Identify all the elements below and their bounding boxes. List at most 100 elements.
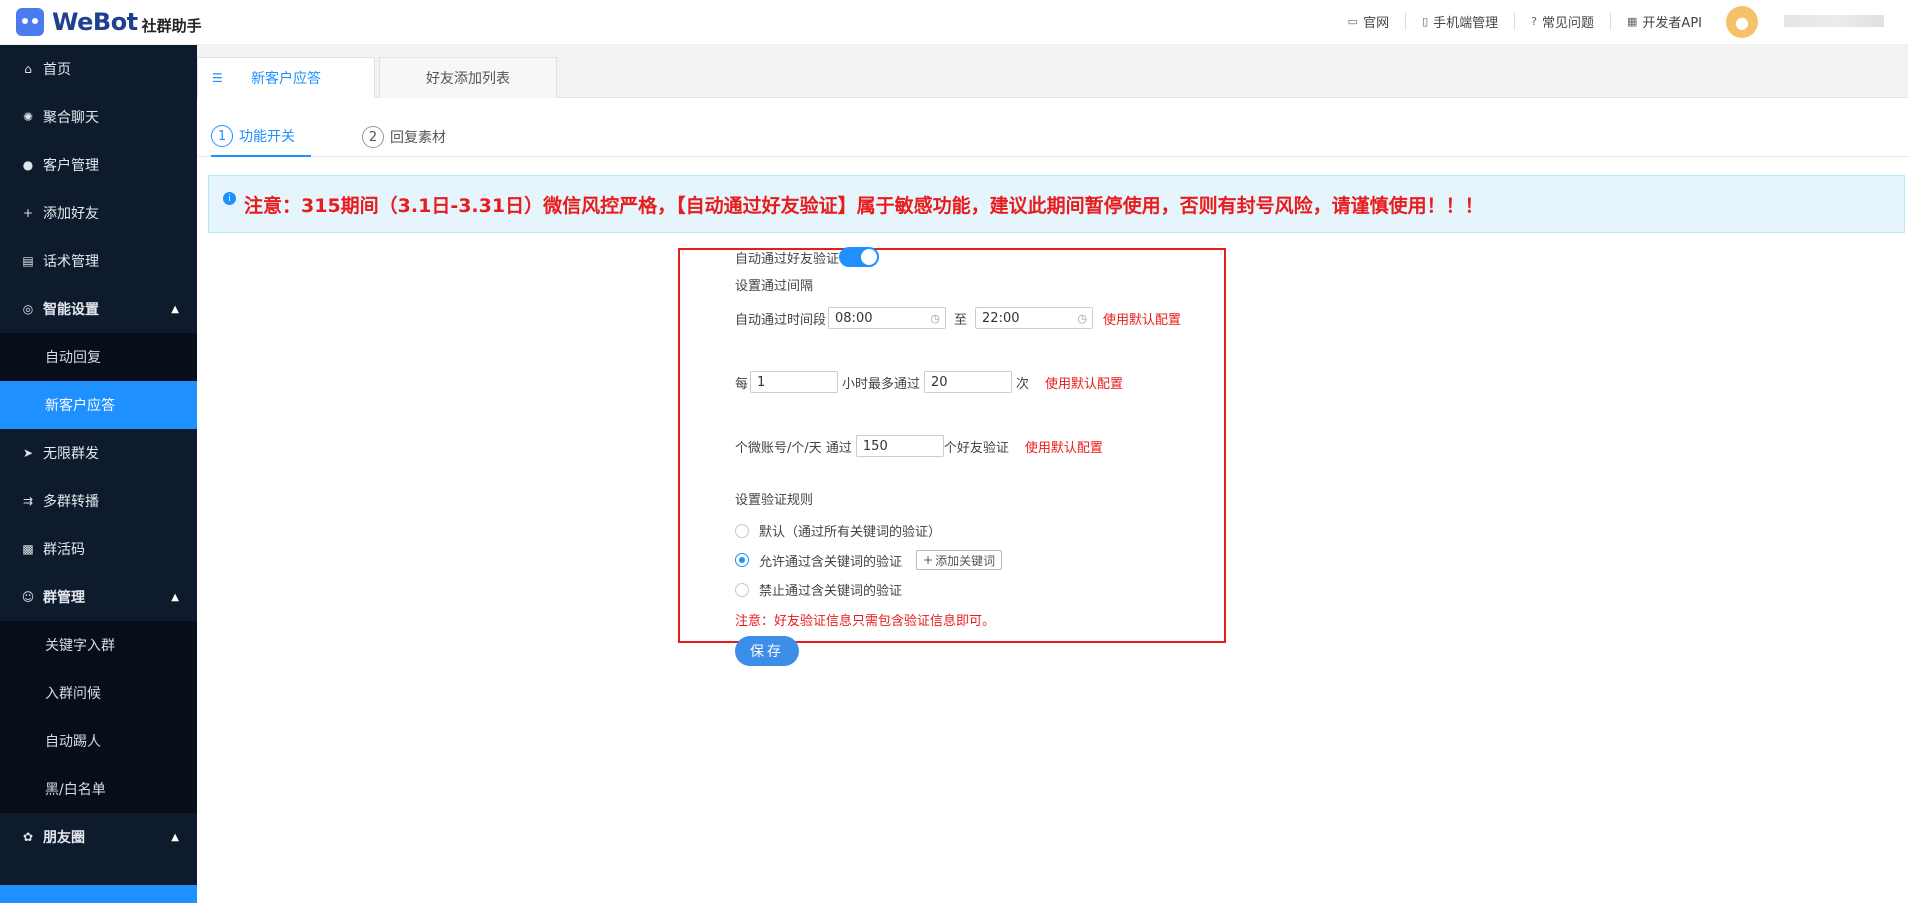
sidebar-item-home[interactable]: ⌂ 首页	[0, 45, 197, 93]
max-pass-input[interactable]: 20	[924, 371, 1013, 393]
rules-title-text: 设置验证规则	[735, 493, 814, 508]
step-label: 功能开关	[239, 129, 295, 145]
info-icon: i	[223, 192, 236, 205]
to-label: 至	[954, 312, 968, 328]
warning-alert: i 注意：315期间（3.1日-3.31日）微信风控严格，【自动通过好友验证】属…	[208, 175, 1905, 233]
chevron-up-icon: ▲	[171, 831, 179, 843]
chevron-up-icon: ▲	[171, 303, 179, 315]
sidebar-item-chat[interactable]: ✺ 聚合聊天	[0, 93, 197, 141]
tab-friend-list[interactable]: 好友添加列表	[379, 57, 557, 98]
save-button[interactable]: 保存	[735, 636, 799, 666]
hours-text: 小时最多通过	[842, 376, 921, 392]
radio-allow[interactable]	[735, 553, 749, 567]
monitor-icon: ▭	[1347, 14, 1359, 28]
rule-option-default[interactable]: 默认（通过所有关键词的验证）	[735, 521, 941, 540]
hourly-limit-row: 每 1 小时最多通过 20 次 使用默认配置	[735, 371, 1123, 393]
time-range-label: 自动通过时间段	[735, 312, 827, 328]
sidebar-item-join-greeting[interactable]: 入群问候	[0, 669, 197, 717]
link-website-label: 官网	[1363, 15, 1390, 31]
sidebar-item-multi-relay[interactable]: ⇉ 多群转播	[0, 477, 197, 525]
link-website[interactable]: ▭ 官网	[1332, 12, 1405, 31]
sidebar-group-manage[interactable]: ☺ 群管理 ▲	[0, 573, 197, 621]
main-content: ☰ 新客户应答 好友添加列表 1 功能开关 2 回复素材 i 注意：315期间（…	[197, 45, 1908, 903]
per-account-input[interactable]: 150	[855, 435, 944, 457]
per-account-label: 个微账号/个/天 通过	[735, 440, 852, 456]
use-default-link[interactable]: 使用默认配置	[1025, 437, 1103, 456]
per-account-value: 150	[862, 438, 888, 454]
avatar[interactable]: ●	[1726, 6, 1758, 38]
step-reply-material[interactable]: 2 回复素材	[362, 117, 446, 157]
sidebar-active-subitem-partial[interactable]	[0, 885, 197, 903]
rule-label: 允许通过含关键词的验证	[759, 554, 903, 570]
sidebar-item-label: 聚合聊天	[43, 110, 99, 126]
tab-label: 好友添加列表	[426, 71, 510, 87]
use-default-link[interactable]: 使用默认配置	[1045, 373, 1123, 392]
username-redacted[interactable]	[1784, 15, 1884, 27]
time-end-value: 22:00	[982, 310, 1020, 326]
rule-label: 默认（通过所有关键词的验证）	[759, 525, 942, 540]
hours-input[interactable]: 1	[750, 371, 839, 393]
logo[interactable]: WeBot 社群助手	[16, 6, 202, 38]
rule-option-forbid[interactable]: 禁止通过含关键词的验证	[735, 580, 902, 599]
sidebar-item-label: 无限群发	[43, 446, 99, 462]
clock-icon: ◷	[930, 311, 941, 325]
sidebar-item-auto-kick[interactable]: 自动踢人	[0, 717, 197, 765]
every-label: 每	[735, 376, 749, 392]
time-start-value: 08:00	[835, 310, 873, 326]
brand-subtitle: 社群助手	[141, 16, 202, 35]
sidebar-item-label: 群活码	[43, 542, 85, 558]
top-header: WeBot 社群助手 ▭ 官网 ▯ 手机端管理 ? 常见问题 ▦ 开发者API …	[0, 0, 1908, 45]
sidebar-item-keyword-join[interactable]: 关键字入群	[0, 621, 197, 669]
rule-option-allow[interactable]: 允许通过含关键词的验证 + 添加关键词	[735, 550, 1003, 570]
link-mobile-label: 手机端管理	[1433, 15, 1499, 31]
user-icon: ●	[22, 158, 34, 172]
link-developer-api[interactable]: ▦ 开发者API	[1610, 12, 1718, 31]
alert-text: 注意：315期间（3.1日-3.31日）微信风控严格，【自动通过好友验证】属于敏…	[244, 194, 1484, 217]
group-user-icon: ☺	[21, 590, 35, 604]
sidebar: ⌂ 首页 ✺ 聚合聊天 ● 客户管理 + 添加好友 ▤ 话术管理 ◎ 智能设置 ▲…	[0, 45, 197, 903]
link-faq-label: 常见问题	[1542, 15, 1595, 31]
sidebar-item-label: 话术管理	[43, 254, 99, 270]
link-faq[interactable]: ? 常见问题	[1514, 12, 1610, 31]
sidebar-item-label: 多群转播	[43, 494, 99, 510]
per-account-suffix: 个好友验证	[943, 440, 1009, 456]
radio-default[interactable]	[735, 523, 749, 538]
link-mobile-manage[interactable]: ▯ 手机端管理	[1405, 12, 1514, 31]
hours-value: 1	[757, 374, 766, 390]
use-default-link[interactable]: 使用默认配置	[1103, 309, 1181, 328]
sidebar-group-moments[interactable]: ✿ 朋友圈 ▲	[0, 813, 197, 861]
qrcode-icon: ▩	[22, 542, 34, 556]
sidebar-item-qrcode[interactable]: ▩ 群活码	[0, 525, 197, 573]
sidebar-group-smart[interactable]: ◎ 智能设置 ▲	[0, 285, 197, 333]
menu-icon: ☰	[212, 71, 223, 85]
home-icon: ⌂	[24, 62, 32, 76]
sidebar-group-label: 群管理	[43, 590, 85, 606]
step-function-switch[interactable]: 1 功能开关	[211, 117, 311, 157]
sidebar-item-auto-reply[interactable]: 自动回复	[0, 333, 197, 381]
settings-form: 自动通过好友验证 设置通过间隔 自动通过时间段 08:00 ◷ 至 22:00 …	[678, 247, 1226, 666]
time-end-input[interactable]: 22:00 ◷	[975, 307, 1094, 329]
auto-pass-toggle[interactable]	[839, 247, 880, 267]
sidebar-item-add-friend[interactable]: + 添加好友	[0, 189, 197, 237]
user-icon: ●	[1735, 12, 1749, 32]
note-row: 注意：好友验证信息只需包含验证信息即可。	[735, 610, 995, 629]
step-label: 回复素材	[390, 130, 446, 146]
sidebar-item-customers[interactable]: ● 客户管理	[0, 141, 197, 189]
sidebar-item-blacklist[interactable]: 黑/白名单	[0, 765, 197, 813]
sidebar-item-broadcast[interactable]: ➤ 无限群发	[0, 429, 197, 477]
sidebar-item-scripts[interactable]: ▤ 话术管理	[0, 237, 197, 285]
times-text: 次	[1016, 376, 1030, 392]
chevron-up-icon: ▲	[171, 591, 179, 603]
time-start-input[interactable]: 08:00 ◷	[828, 307, 947, 329]
add-keyword-button[interactable]: + 添加关键词	[916, 550, 1003, 570]
tab-label: 新客户应答	[251, 71, 321, 87]
moments-icon: ✿	[22, 830, 34, 844]
radio-forbid[interactable]	[735, 582, 749, 597]
step-number: 2	[362, 126, 384, 148]
sidebar-item-new-customer[interactable]: 新客户应答	[0, 381, 197, 429]
interval-title-text: 设置通过间隔	[735, 279, 814, 294]
tab-new-customer[interactable]: ☰ 新客户应答	[197, 57, 375, 98]
auto-pass-label: 自动通过好友验证	[735, 251, 840, 267]
gear-icon: ✺	[22, 110, 34, 124]
grid-icon: ▦	[1627, 14, 1638, 28]
